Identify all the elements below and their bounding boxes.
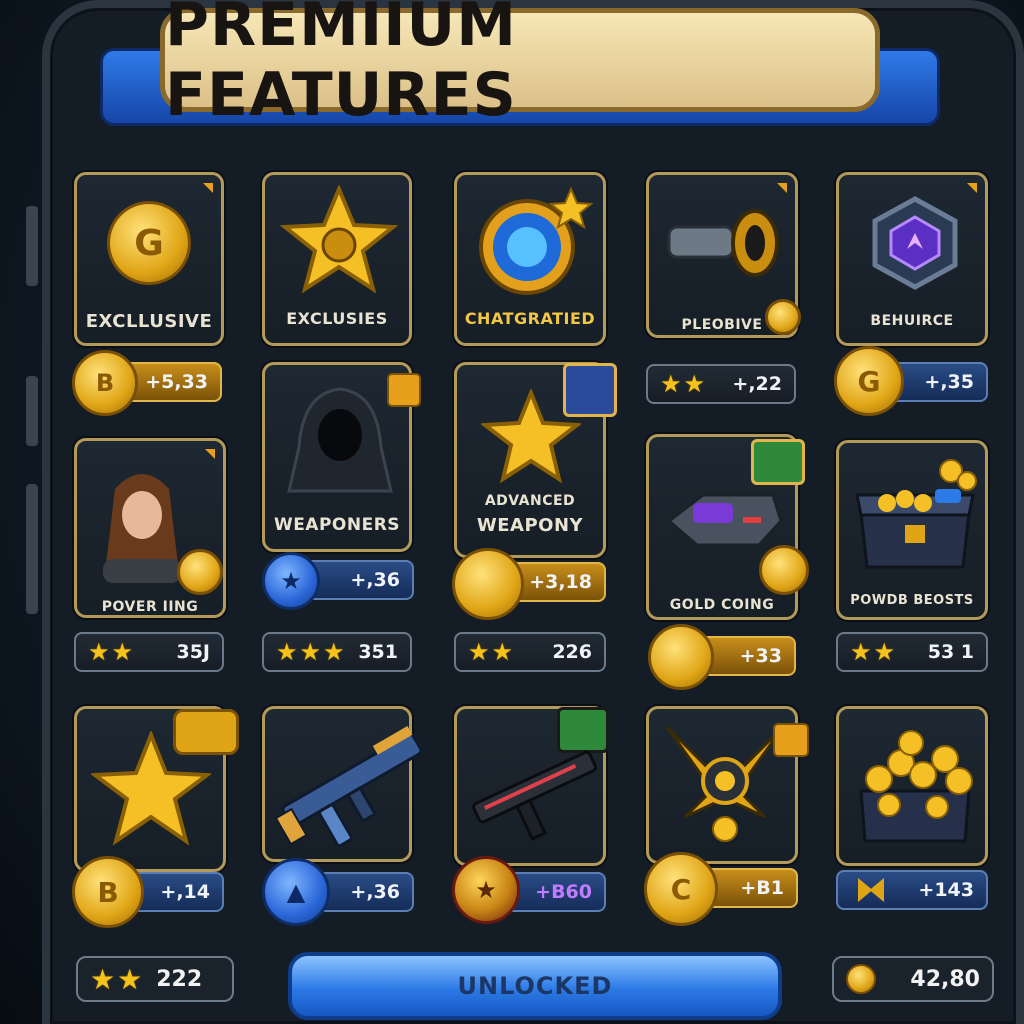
card-label: POVER IING <box>101 599 199 615</box>
title-banner: PREMIIUM FEATURES <box>100 0 940 132</box>
rating-value: 351 <box>358 641 398 663</box>
price-value: +,36 <box>350 881 400 903</box>
item-thumbnail-icon <box>563 363 617 417</box>
rating-bar: ★★ +,22 <box>646 364 796 404</box>
price-value: +143 <box>918 879 974 901</box>
lock-badge-icon <box>773 723 809 757</box>
rating-value: 35J <box>176 641 210 663</box>
star-rating: ★★★ <box>276 638 347 666</box>
rating-value: 226 <box>552 641 592 663</box>
card-label: WEAPONY <box>476 515 584 536</box>
price-value: +3,18 <box>529 571 592 593</box>
rating-value: 222 <box>156 966 203 992</box>
coin-icon: B <box>72 350 138 416</box>
smg-icon <box>472 750 597 841</box>
star-rating: ★★ <box>660 370 708 398</box>
feature-card-advanced-weapony[interactable]: ADVANCED WEAPONY <box>454 362 617 558</box>
small-coin-icon <box>765 299 801 335</box>
side-button <box>26 206 38 286</box>
coin-stack-badge-icon <box>173 709 239 755</box>
card-label: POWDB BEOSTS <box>850 593 974 608</box>
card-corner-marker <box>777 183 787 193</box>
unlocked-button[interactable]: UNLOCKED <box>288 952 782 1020</box>
coin-balance: 42,80 <box>832 956 994 1002</box>
card-label-top: ADVANCED <box>484 493 576 509</box>
card-corner-marker <box>205 449 215 459</box>
rating-bar: ★★★ 351 <box>262 632 412 672</box>
side-button <box>26 376 38 446</box>
price-value: +5,33 <box>145 371 208 393</box>
feature-card-chatgratied[interactable]: CHATGRATIED <box>454 172 606 346</box>
small-coin-icon <box>177 549 223 595</box>
star-rating: ★★ <box>850 638 898 666</box>
coin-pile-icon <box>859 730 973 843</box>
hooded-figure-icon <box>287 387 393 493</box>
star-rating: ★★ <box>468 638 516 666</box>
rating-bar: ★★ 53 1 <box>836 632 988 672</box>
blue-coin-icon: ★ <box>262 552 320 610</box>
star-rating: ★★ <box>88 638 136 666</box>
purple-gem-icon <box>872 196 958 290</box>
rating-bar: ★★ 35J <box>74 632 224 672</box>
side-button <box>26 484 38 614</box>
lock-badge-icon <box>387 373 421 407</box>
feature-card-exclusies[interactable]: EXCLUSIES <box>262 172 412 346</box>
coin-balance-value: 42,80 <box>910 966 980 992</box>
cannon-icon <box>667 209 779 277</box>
page-title: PREMIIUM FEATURES <box>165 0 517 130</box>
price-value: +B60 <box>535 881 592 903</box>
gold-coin-icon <box>452 548 524 620</box>
gold-star-icon <box>279 185 399 294</box>
feature-card-pover-iing[interactable]: POVER IING <box>74 438 226 618</box>
feature-card-coin-pile[interactable] <box>836 706 988 866</box>
rating-value: +,22 <box>732 373 782 395</box>
feature-card-weaponers[interactable]: WEAPONERS <box>262 362 421 552</box>
card-label: CHATGRATIED <box>464 309 596 328</box>
gold-coin-icon: G <box>107 201 191 285</box>
footer-rating: ★★ 222 <box>76 956 234 1002</box>
feature-card-rifle[interactable] <box>262 706 423 862</box>
star-rating: ★★ <box>90 962 145 996</box>
feature-card-exclusive[interactable]: G EXCLLUSIVE <box>74 172 224 346</box>
card-label: WEAPONERS <box>273 515 401 535</box>
gold-coin-icon: B <box>72 856 144 928</box>
price-value: +B1 <box>740 877 784 899</box>
feature-card-pleobive[interactable]: PLEOBIVE <box>646 172 801 338</box>
rating-bar: ★★ 226 <box>454 632 606 672</box>
card-label: GOLD COING <box>669 597 775 613</box>
unlocked-button-label: UNLOCKED <box>457 972 613 1000</box>
x-badge-icon <box>858 878 884 902</box>
gold-coin-icon: C <box>644 852 718 926</box>
assault-rifle-icon <box>274 726 423 848</box>
card-label: BEHUIRCE <box>870 313 954 329</box>
coin-icon: G <box>834 346 904 416</box>
price-value: +33 <box>739 645 782 667</box>
price-value: +,14 <box>160 881 210 903</box>
banner-plate: PREMIIUM FEATURES <box>160 0 880 130</box>
blaster-icon <box>666 493 783 547</box>
card-label: EXCLLUSIVE <box>85 311 213 332</box>
feature-card-smg[interactable] <box>454 706 609 866</box>
blue-portal-icon <box>479 186 594 295</box>
gold-coin-icon <box>648 624 714 690</box>
small-coin-icon <box>759 545 809 595</box>
treasure-chest-icon <box>855 459 977 569</box>
card-corner-marker <box>967 183 977 193</box>
red-gold-coin-icon: ★ <box>452 856 520 924</box>
card-corner-marker <box>203 183 213 193</box>
price-value: +,36 <box>350 569 400 591</box>
card-label: EXCLUSIES <box>286 309 388 328</box>
feature-card-star[interactable] <box>74 706 239 872</box>
rating-value: 53 1 <box>927 641 974 663</box>
coin-icon <box>846 964 876 994</box>
feature-card-crossed-blades[interactable] <box>646 706 809 864</box>
feature-card-behuirce[interactable]: BEHUIRCE <box>836 172 988 346</box>
feature-card-gold-coing[interactable]: GOLD COING <box>646 434 809 620</box>
blue-coin-icon: ▲ <box>262 858 330 926</box>
price-badge[interactable]: +143 <box>836 870 988 910</box>
feature-card-powdb-beosts[interactable]: POWDB BEOSTS <box>836 440 988 620</box>
price-value: +,35 <box>924 371 974 393</box>
